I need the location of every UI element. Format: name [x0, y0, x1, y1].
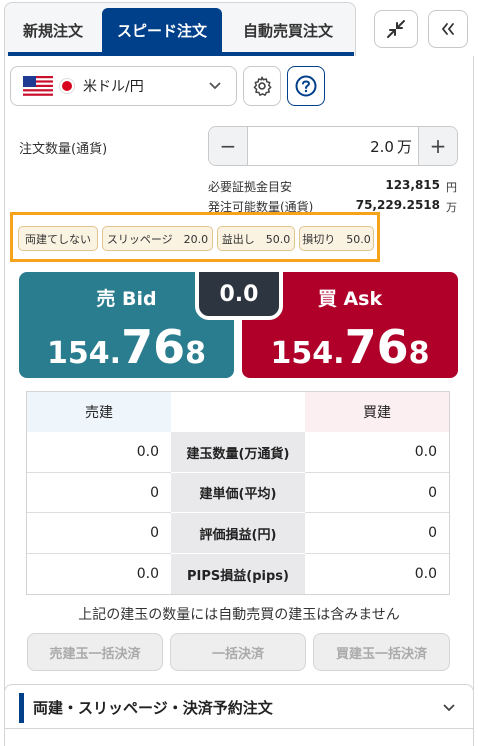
row-label-avg-price: 建単価(平均)	[171, 473, 305, 513]
quantity-decrease-button[interactable]: −	[209, 127, 248, 165]
center-header-blank	[171, 392, 305, 432]
row-label-pl: 評価損益(円)	[171, 513, 305, 554]
required-margin-label: 必要証拠金目安	[208, 180, 293, 194]
quantity-unit: 万	[396, 137, 412, 156]
order-quantity-label: 注文数量(通貨)	[19, 142, 108, 157]
take-profit-setting-chip[interactable]: 益出し 50.0	[217, 226, 295, 251]
section-title: 両建・スリッページ・決済予約注文	[33, 699, 273, 717]
quantity-increase-button[interactable]: +	[418, 127, 457, 165]
buy-pips-value: 0.0	[414, 566, 437, 582]
tab-auto-trade-order[interactable]: 自動売買注文	[226, 8, 350, 52]
sell-pl-value: 0	[27, 513, 171, 554]
settle-all-buy-button[interactable]: 買建玉一括決済	[313, 633, 450, 671]
help-button[interactable]	[287, 66, 325, 106]
question-icon	[295, 75, 317, 97]
spread-badge: 0.0	[195, 268, 283, 320]
settle-all-button[interactable]: 一括決済	[170, 633, 306, 671]
double-chevron-left-icon	[441, 23, 454, 35]
ask-price-prefix: 154.	[270, 336, 345, 371]
sell-position-header: 売建	[27, 392, 171, 432]
panel-toggle-button[interactable]	[428, 10, 468, 48]
bid-price: 154.768	[19, 320, 234, 374]
settings-button[interactable]	[243, 66, 281, 106]
japan-flag-icon	[59, 78, 75, 94]
gear-icon	[253, 76, 272, 96]
settle-all-sell-button[interactable]: 売建玉一括決済	[27, 633, 163, 671]
quantity-stepper[interactable]: − 2.0 万 +	[208, 126, 458, 166]
sell-quantity-value: 0.0	[27, 432, 171, 473]
quantity-input[interactable]: 2.0 万	[248, 136, 418, 157]
ask-price: 154.768	[242, 320, 458, 374]
us-flag-icon	[23, 76, 53, 96]
required-margin-value: 123,815	[385, 178, 440, 192]
row-label-pips: PIPS損益(pips)	[187, 568, 289, 584]
tab-speed-order[interactable]: スピード注文	[102, 8, 222, 52]
hedge-slippage-section-toggle[interactable]: 両建・スリッページ・決済予約注文	[4, 684, 474, 729]
hedge-setting-chip[interactable]: 両建てしない	[18, 226, 98, 251]
orderable-quantity-unit: 万	[446, 201, 457, 214]
slippage-setting-chip[interactable]: スリッページ 20.0	[102, 226, 213, 251]
sell-avg-price-value: 0	[27, 473, 171, 513]
buy-pl-value: 0	[305, 513, 449, 554]
positions-note: 上記の建玉の数量には自動売買の建玉は含みません	[78, 607, 400, 623]
row-label-quantity: 建玉数量(万通貨)	[171, 432, 305, 473]
buy-position-header: 買建	[305, 392, 449, 432]
chevron-down-icon	[443, 704, 455, 712]
orderable-quantity-value: 75,229.2518	[355, 198, 440, 212]
sell-pips-value: 0.0	[136, 566, 159, 582]
positions-table: 売建 買建 0.0 建玉数量(万通貨) 0.0 0 建単価(平均) 0 0 評価…	[26, 391, 450, 595]
section-accent-bar	[19, 693, 24, 723]
chevron-down-icon	[209, 82, 221, 90]
quantity-value: 2.0	[370, 137, 394, 156]
collapse-arrows-icon	[387, 20, 405, 38]
buy-avg-price-value: 0	[305, 473, 449, 513]
ask-price-fraction: 8	[408, 336, 430, 371]
bid-price-prefix: 154.	[47, 336, 122, 371]
currency-pair-select[interactable]: 米ドル/円	[10, 66, 237, 106]
stop-loss-setting-chip[interactable]: 損切り 50.0	[299, 226, 374, 251]
bid-price-fraction: 8	[185, 336, 206, 371]
buy-quantity-value: 0.0	[305, 432, 449, 473]
currency-pair-label: 米ドル/円	[83, 79, 144, 95]
bid-price-pips: 76	[121, 320, 186, 374]
collapse-button[interactable]	[374, 10, 418, 48]
tab-new-order[interactable]: 新規注文	[8, 8, 98, 52]
required-margin-unit: 円	[446, 181, 457, 194]
ask-price-pips: 76	[344, 320, 409, 374]
